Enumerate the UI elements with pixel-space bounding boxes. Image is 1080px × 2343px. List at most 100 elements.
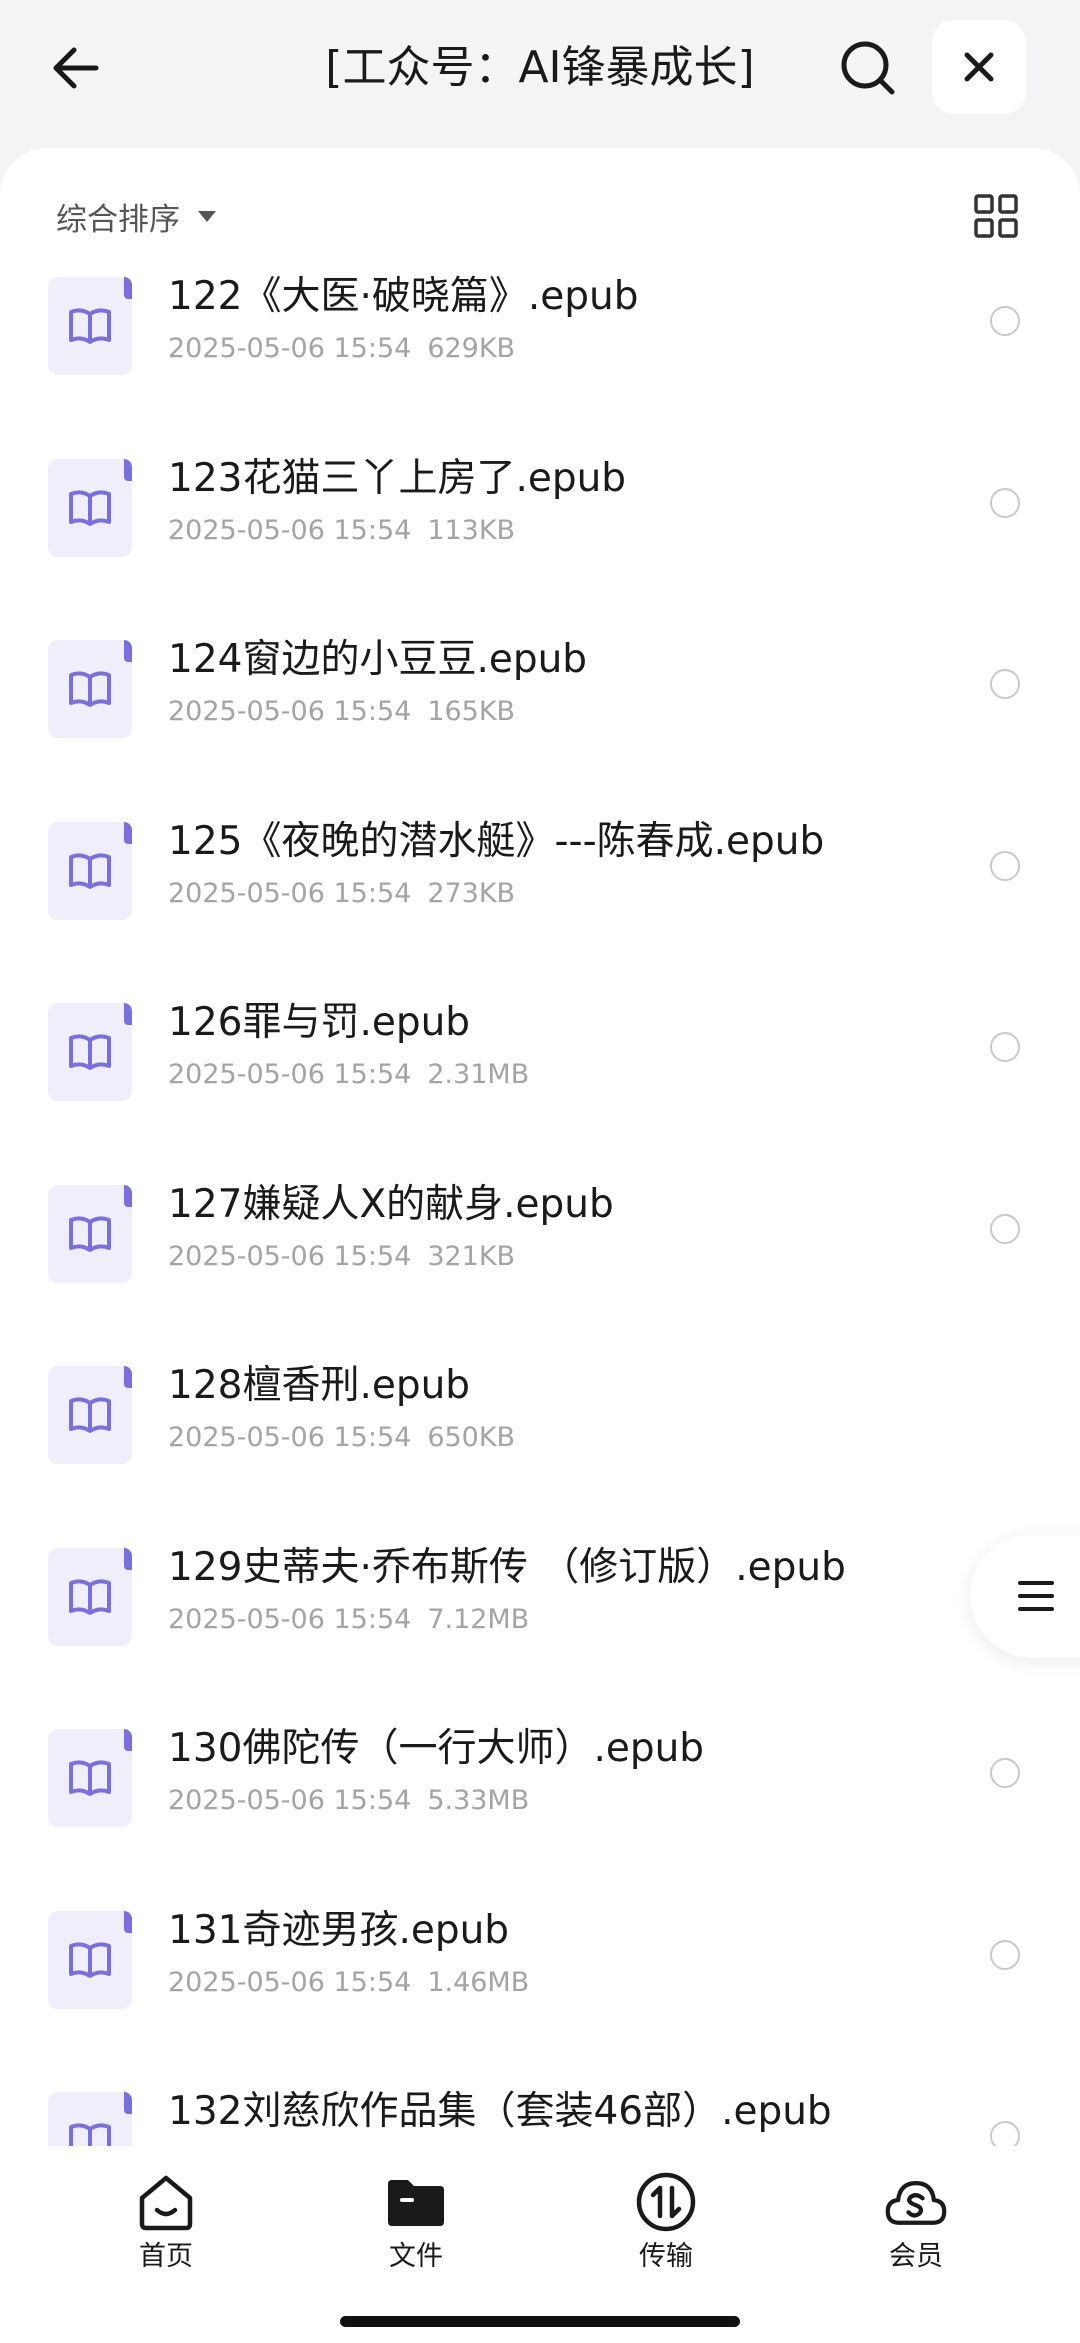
file-meta: 2025-05-06 15:54 113KB [168, 513, 515, 549]
home-icon [139, 2175, 193, 2231]
file-meta: 2025-05-06 15:54 321KB [168, 1239, 515, 1275]
file-meta: 2025-05-06 15:54 273KB [168, 876, 515, 912]
file-date: 2025-05-06 15:54 [168, 1241, 412, 1272]
file-name: 123花猫三丫上房了.epub [168, 456, 627, 501]
epub-book-icon [48, 822, 132, 920]
epub-book-icon [48, 1911, 132, 2009]
file-corner-mark [124, 1366, 132, 1388]
tab-files[interactable]: 文件 [346, 2170, 486, 2280]
file-name: 124窗边的小豆豆.epub [168, 637, 588, 682]
caret-down-icon [198, 210, 216, 222]
page-title: [工众号：AI锋暴成长] [325, 42, 755, 93]
select-checkbox[interactable] [990, 488, 1020, 518]
file-corner-mark [124, 1911, 132, 1933]
grid-view-button[interactable] [968, 188, 1024, 244]
file-size: 629KB [427, 333, 516, 364]
close-button[interactable] [932, 20, 1026, 114]
file-date: 2025-05-06 15:54 [168, 515, 412, 546]
tab-home-label: 首页 [139, 2241, 193, 2272]
select-checkbox[interactable] [990, 1940, 1020, 1970]
tab-transfer[interactable]: 传输 [596, 2170, 736, 2280]
file-size: 113KB [427, 515, 516, 546]
file-meta: 2025-05-06 15:54 165KB [168, 694, 515, 730]
file-corner-mark [124, 2092, 132, 2114]
select-checkbox[interactable] [990, 306, 1020, 336]
tab-transfer-label: 传输 [639, 2241, 693, 2272]
file-date: 2025-05-06 15:54 [168, 1967, 412, 1998]
file-list[interactable]: 122《大医·破晓篇》.epub 2025-05-06 15:54 629KB 123… [0, 268, 1080, 2146]
epub-book-icon [48, 1548, 132, 1646]
arrow-left-icon [53, 47, 99, 89]
menu-lines-icon [1018, 1581, 1054, 1611]
file-name: 130佛陀传（一行大师）.epub [168, 1726, 705, 1771]
file-row[interactable]: 129史蒂夫·乔布斯传 （修订版）.epub 2025-05-06 15:54 7.… [0, 1536, 1080, 1717]
file-name: 126罪与罚.epub [168, 1000, 471, 1045]
file-size: 650KB [427, 1422, 516, 1453]
top-bar: [工众号：AI锋暴成长] [0, 0, 1080, 150]
select-checkbox[interactable] [990, 851, 1020, 881]
file-row[interactable]: 132刘慈欣作品集（套装46部）.epub [0, 2080, 1080, 2146]
file-meta: 2025-05-06 15:54 2.31MB [168, 1057, 529, 1093]
bottom-tab-bar: 首页 文件 传输 会员 [0, 2146, 1080, 2343]
file-row[interactable]: 125《夜晚的潜水艇》---陈春成.epub 2025-05-06 15:54 27… [0, 810, 1080, 991]
epub-book-icon [48, 2092, 132, 2146]
search-button[interactable] [826, 26, 910, 110]
file-meta: 2025-05-06 15:54 1.46MB [168, 1965, 529, 2001]
select-checkbox[interactable] [990, 1032, 1020, 1062]
epub-book-icon [48, 1366, 132, 1464]
select-checkbox[interactable] [990, 1214, 1020, 1244]
epub-book-icon [48, 459, 132, 557]
file-corner-mark [124, 1003, 132, 1025]
file-row[interactable]: 128檀香刑.epub 2025-05-06 15:54 650KB [0, 1354, 1080, 1535]
file-name: 131奇迹男孩.epub [168, 1908, 510, 1953]
tab-home[interactable]: 首页 [96, 2170, 236, 2280]
tab-files-label: 文件 [389, 2241, 443, 2272]
tab-vip-label: 会员 [889, 2241, 943, 2272]
search-icon [841, 41, 895, 95]
close-icon [964, 52, 994, 82]
file-size: 7.12MB [427, 1604, 530, 1635]
file-size: 165KB [427, 696, 516, 727]
grid-view-icon [974, 194, 1018, 238]
file-meta: 2025-05-06 15:54 650KB [168, 1420, 515, 1456]
file-row[interactable]: 127嫌疑人X的献身.epub 2025-05-06 15:54 321KB [0, 1173, 1080, 1354]
file-name: 127嫌疑人X的献身.epub [168, 1182, 614, 1227]
file-meta: 2025-05-06 15:54 5.33MB [168, 1783, 529, 1819]
select-checkbox[interactable] [990, 669, 1020, 699]
file-date: 2025-05-06 15:54 [168, 1604, 412, 1635]
epub-book-icon [48, 1729, 132, 1827]
file-row[interactable]: 124窗边的小豆豆.epub 2025-05-06 15:54 165KB [0, 628, 1080, 809]
sort-dropdown[interactable]: 综合排序 [56, 188, 216, 244]
file-row[interactable]: 131奇迹男孩.epub 2025-05-06 15:54 1.46MB [0, 1899, 1080, 2080]
file-name: 128檀香刑.epub [168, 1363, 471, 1408]
file-corner-mark [124, 1548, 132, 1570]
file-corner-mark [124, 459, 132, 481]
file-date: 2025-05-06 15:54 [168, 1785, 412, 1816]
file-date: 2025-05-06 15:54 [168, 333, 412, 364]
back-button[interactable] [36, 28, 116, 108]
select-checkbox[interactable] [990, 2121, 1020, 2146]
sort-label: 综合排序 [56, 201, 180, 238]
transfer-icon [636, 2172, 696, 2232]
file-corner-mark [124, 1185, 132, 1207]
file-row[interactable]: 123花猫三丫上房了.epub 2025-05-06 15:54 113KB [0, 447, 1080, 628]
file-corner-mark [124, 1729, 132, 1751]
file-row[interactable]: 126罪与罚.epub 2025-05-06 15:54 2.31MB [0, 991, 1080, 1172]
file-panel: 综合排序 122《大医·破晓篇》.epub 2025-05-06 15:54 629… [0, 148, 1080, 2343]
folder-icon [388, 2180, 444, 2226]
file-size: 273KB [427, 878, 516, 909]
file-row[interactable]: 130佛陀传（一行大师）.epub 2025-05-06 15:54 5.33MB [0, 1717, 1080, 1898]
select-checkbox[interactable] [990, 1758, 1020, 1788]
file-corner-mark [124, 822, 132, 844]
home-indicator [340, 2316, 740, 2327]
tab-vip[interactable]: 会员 [846, 2170, 986, 2280]
file-size: 1.46MB [427, 1967, 530, 1998]
file-name: 132刘慈欣作品集（套装46部）.epub [168, 2089, 832, 2134]
file-date: 2025-05-06 15:54 [168, 878, 412, 909]
file-row[interactable]: 122《大医·破晓篇》.epub 2025-05-06 15:54 629KB [0, 268, 1080, 446]
file-name: 129史蒂夫·乔布斯传 （修订版）.epub [168, 1545, 846, 1590]
epub-book-icon [48, 1003, 132, 1101]
epub-book-icon [48, 277, 132, 375]
file-meta: 2025-05-06 15:54 7.12MB [168, 1602, 529, 1638]
file-size: 321KB [427, 1241, 516, 1272]
